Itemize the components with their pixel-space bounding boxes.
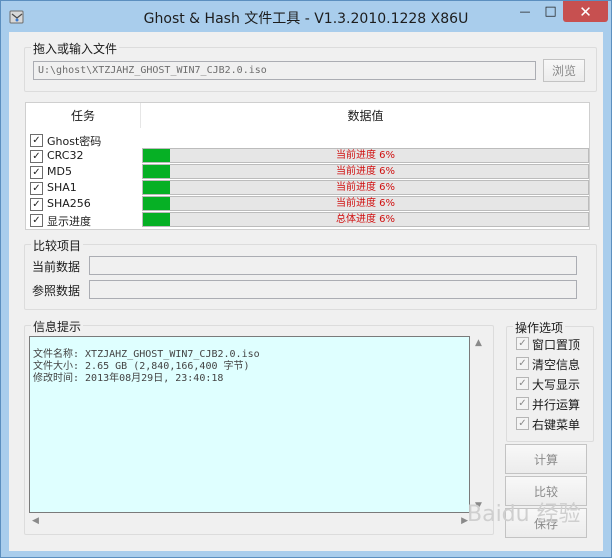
task-row-show-progress: ✓ 显示进度 总体进度 6% (26, 212, 589, 228)
progress-text: 当前进度 6% (335, 166, 396, 177)
checkbox-show-progress[interactable]: ✓ (30, 214, 43, 227)
checkbox-md5[interactable]: ✓ (30, 166, 43, 179)
task-label: SHA1 (47, 181, 77, 194)
option-label: 并行运算 (532, 398, 581, 412)
progress-bar: 总体进度 6% (142, 212, 589, 227)
info-textarea[interactable]: 文件名称: XTZJAHZ_GHOST_WIN7_CJB2.0.iso 文件大小… (29, 336, 470, 513)
option-label: 右键菜单 (532, 418, 581, 432)
watermark-logo: Baidu 经验 (467, 502, 581, 527)
info-line: 文件大小: 2.65 GB (2,840,166,400 字节) (33, 361, 250, 372)
task-label: Ghost密码 (47, 135, 102, 148)
options-group-label: 操作选项 (513, 319, 566, 336)
checkbox-icon: ✓ (516, 417, 529, 430)
checkbox-icon: ✓ (516, 337, 529, 350)
task-table: 任务 数据值 ✓ Ghost密码 ✓ CRC32 当前进度 6% ✓ MD5 当… (25, 102, 590, 230)
task-row-sha1: ✓ SHA1 当前进度 6% (26, 180, 589, 196)
scroll-left-icon[interactable]: ◀ (32, 516, 39, 526)
progress-text: 总体进度 6% (335, 214, 396, 225)
progress-bar: 当前进度 6% (142, 164, 589, 179)
compare-group: 比较项目 (24, 237, 597, 310)
reference-data-label: 参照数据 (32, 284, 81, 298)
table-header: 任务 数据值 (26, 103, 589, 128)
close-button[interactable]: ✕ (563, 1, 608, 22)
progress-text: 当前进度 6% (335, 150, 396, 161)
task-row-crc32: ✓ CRC32 当前进度 6% (26, 148, 589, 164)
info-group-label: 信息提示 (31, 318, 84, 335)
checkbox-crc32[interactable]: ✓ (30, 150, 43, 163)
checkbox-sha256[interactable]: ✓ (30, 198, 43, 211)
current-data-field[interactable] (89, 256, 577, 275)
task-label: 显示进度 (47, 215, 91, 228)
horizontal-scrollbar[interactable]: ◀ ▶ (29, 513, 471, 530)
minimize-icon: — (519, 5, 531, 18)
task-row-sha256: ✓ SHA256 当前进度 6% (26, 196, 589, 212)
checkbox-ghost[interactable]: ✓ (30, 134, 43, 147)
current-data-label: 当前数据 (32, 260, 81, 274)
client-area: 拖入或输入文件 U:\ghost\XTZJAHZ_GHOST_WIN7_CJB2… (9, 32, 603, 551)
maximize-button[interactable]: □ (538, 1, 563, 22)
progress-text: 当前进度 6% (335, 182, 396, 193)
progress-bar: 当前进度 6% (142, 180, 589, 195)
app-window: Ghost & Hash 文件工具 - V1.3.2010.1228 X86U … (0, 0, 612, 558)
task-label: SHA256 (47, 197, 91, 210)
calculate-button[interactable]: 计算 (505, 444, 587, 474)
info-line: 修改时间: 2013年08月29日, 23:40:18 (33, 373, 224, 384)
progress-text: 当前进度 6% (335, 198, 396, 209)
close-icon: ✕ (579, 2, 592, 21)
info-line: 文件名称: XTZJAHZ_GHOST_WIN7_CJB2.0.iso (33, 349, 260, 360)
file-path-input[interactable]: U:\ghost\XTZJAHZ_GHOST_WIN7_CJB2.0.iso (33, 61, 536, 80)
task-label: MD5 (47, 165, 72, 178)
browse-button[interactable]: 浏览 (543, 59, 585, 82)
title-bar[interactable]: Ghost & Hash 文件工具 - V1.3.2010.1228 X86U … (1, 1, 611, 33)
checkbox-sha1[interactable]: ✓ (30, 182, 43, 195)
progress-bar: 当前进度 6% (142, 196, 589, 211)
task-row-md5: ✓ MD5 当前进度 6% (26, 164, 589, 180)
file-group-label: 拖入或输入文件 (31, 40, 120, 57)
option-label: 窗口置顶 (532, 338, 581, 352)
header-value: 数据值 (347, 109, 384, 123)
task-row-ghost: ✓ Ghost密码 (26, 132, 589, 148)
checkbox-icon: ✓ (516, 357, 529, 370)
minimize-button[interactable]: — (512, 1, 538, 22)
progress-bar: 当前进度 6% (142, 148, 589, 163)
checkbox-icon: ✓ (516, 397, 529, 410)
scroll-up-icon[interactable]: ▲ (475, 338, 482, 348)
reference-data-field[interactable] (89, 280, 577, 299)
header-task: 任务 (26, 103, 141, 128)
option-label: 大写显示 (532, 378, 581, 392)
vertical-scrollbar[interactable]: ▲ ▼ (471, 336, 488, 513)
checkbox-icon: ✓ (516, 377, 529, 390)
compare-group-label: 比较项目 (31, 237, 84, 254)
task-label: CRC32 (47, 149, 84, 162)
option-label: 清空信息 (532, 358, 581, 372)
maximize-icon: □ (544, 4, 557, 19)
